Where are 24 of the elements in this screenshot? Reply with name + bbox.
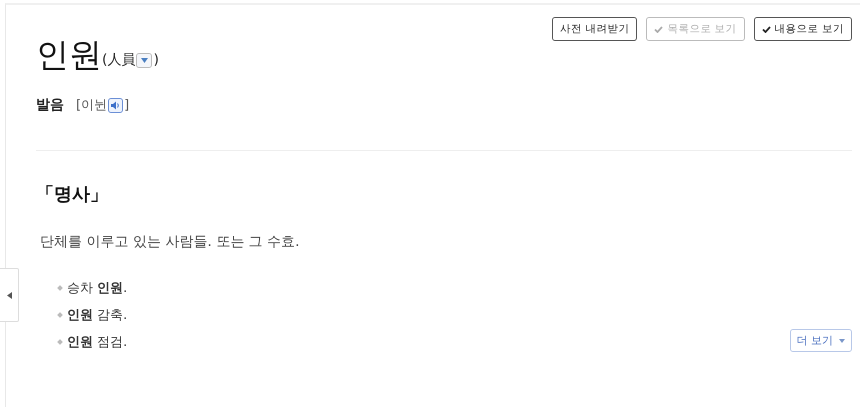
pronunciation-text: ] [124, 98, 130, 112]
hanja-text: ) [153, 51, 159, 70]
more-button[interactable]: 더 보기 [790, 329, 852, 352]
download-button[interactable]: 사전 내려받기 [552, 17, 638, 41]
check-icon [762, 26, 771, 32]
pronunciation-text: [이뉜 [76, 97, 108, 114]
caret-icon [839, 338, 845, 342]
caret-icon [140, 58, 148, 63]
left-triangle-icon [6, 292, 12, 298]
definition-text: 단체를 이루고 있는 사람들. 또는 그 수효. [40, 233, 301, 252]
bullet-icon [57, 285, 63, 291]
example-text: 승차 인원. [67, 280, 128, 297]
dropdown-button[interactable] [136, 53, 152, 68]
pronunciation-label: 발음 [36, 96, 64, 114]
example-text: 인원 감축. [67, 307, 128, 324]
speaker-icon[interactable] [108, 98, 124, 112]
headword: 인원 [36, 35, 102, 75]
bullet-icon [57, 339, 63, 345]
example-text: 인원 점검. [67, 334, 128, 351]
check-icon [654, 26, 664, 32]
part-of-speech: 「명사」 [36, 183, 109, 207]
hanja-text: (人員 [102, 51, 136, 70]
bullet-icon [57, 312, 63, 318]
view-toggle-button[interactable]: 내용으로 보기 [754, 17, 852, 41]
